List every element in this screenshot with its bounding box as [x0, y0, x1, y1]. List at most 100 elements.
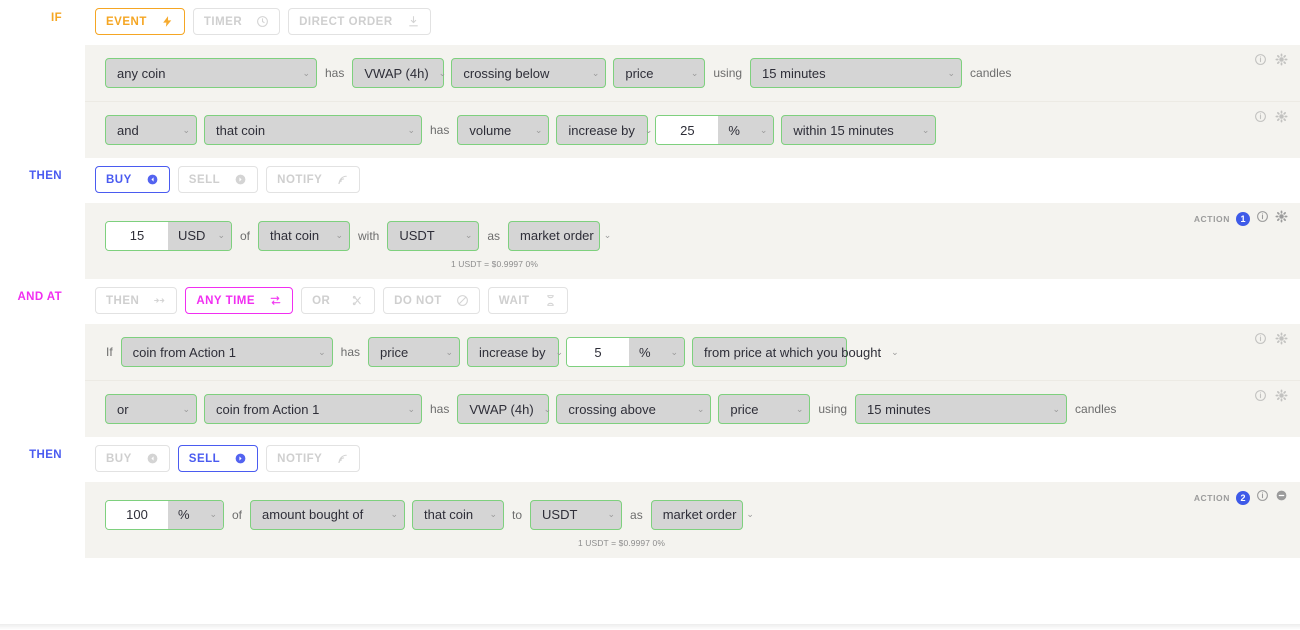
info-icon-wrap[interactable]	[1254, 332, 1267, 345]
pay-currency-select[interactable]: USDT ⌄	[387, 220, 480, 251]
mode-tabs: THEN ANY TIME OR DO NOT WAIT	[85, 279, 1300, 324]
tab-icon-wrap	[544, 294, 557, 307]
change-amount-input[interactable]: 5% ⌄	[566, 337, 686, 367]
rule-block-then: THEN BUY SELL NOTIFY 15 USD ⌄ of that coin ⌄ with U…	[0, 158, 1300, 279]
tab-then[interactable]: THEN	[95, 287, 178, 314]
chevron-down-icon: ⌄	[759, 124, 768, 135]
rule-blocks-container: IF EVENT TIMER DIRECT ORDER any coin ⌄ has VWAP…	[0, 0, 1300, 558]
row-tools	[1254, 110, 1288, 123]
unit-select[interactable]: USD ⌄	[168, 221, 231, 250]
tab-buy[interactable]: BUY	[95, 166, 170, 193]
tab-timer[interactable]: TIMER	[192, 8, 281, 35]
tab-sell[interactable]: SELL	[177, 166, 259, 193]
change-amount-input[interactable]: 25% ⌄	[655, 115, 775, 145]
gear-icon-wrap[interactable]	[1275, 53, 1288, 66]
logic-operator-select[interactable]: or ⌄	[105, 394, 197, 424]
metric-select[interactable]: price ⌄	[368, 337, 461, 367]
minus-circle-icon-wrap[interactable]	[1275, 489, 1288, 507]
tab-label: SELL	[188, 173, 221, 186]
number-input[interactable]: 100	[106, 500, 168, 529]
unit-select[interactable]: % ⌄	[629, 338, 685, 366]
select-value: within 15 minutes	[793, 122, 894, 138]
condition-row-2: and ⌄ that coin ⌄ has volume ⌄ increase by ⌄ 25% ⌄…	[85, 102, 1300, 158]
info-icon-wrap[interactable]	[1256, 210, 1269, 228]
tab-buy[interactable]: BUY	[95, 445, 170, 472]
target-select[interactable]: price ⌄	[718, 394, 811, 424]
rule-block-then: THEN BUY SELL NOTIFY 100% ⌄ of amount bought of…	[0, 437, 1300, 558]
coin-select[interactable]: any coin ⌄	[105, 58, 317, 88]
word-has: has	[340, 345, 361, 359]
change-direction-select[interactable]: increase by ⌄	[467, 337, 563, 367]
select-value: from price at which you bought	[704, 344, 882, 360]
select-value: that coin	[424, 507, 474, 522]
reference-price-select[interactable]: from price at which you bought ⌄	[692, 337, 899, 367]
coin-from-action-select[interactable]: coin from Action 1 ⌄	[204, 394, 422, 424]
metric-select[interactable]: volume ⌄	[457, 115, 550, 145]
info-icon-wrap[interactable]	[1254, 53, 1267, 66]
sell-amount-input[interactable]: 100% ⌄	[105, 499, 224, 530]
coin-select[interactable]: that coin ⌄	[204, 115, 422, 145]
tab-label: ANY TIME	[196, 294, 256, 307]
coin-from-action-select[interactable]: coin from Action 1 ⌄	[120, 337, 333, 367]
tab-or[interactable]: OR	[301, 287, 376, 314]
select-value: coin from Action 1	[132, 344, 236, 360]
order-type-select[interactable]: market order ⌄	[650, 499, 754, 530]
gear-icon-wrap[interactable]	[1275, 332, 1288, 345]
tab-event[interactable]: EVENT	[95, 8, 185, 35]
minus-circle-icon	[1275, 489, 1288, 502]
info-icon-wrap[interactable]	[1254, 110, 1267, 123]
indicator-select[interactable]: VWAP (4h) ⌄	[352, 58, 446, 88]
info-icon-wrap[interactable]	[1256, 489, 1269, 507]
order-type-select[interactable]: market order ⌄	[508, 220, 611, 251]
gear-icon	[1275, 210, 1288, 223]
indicator-select[interactable]: VWAP (4h) ⌄	[457, 394, 551, 424]
tab-icon-wrap	[161, 15, 174, 28]
target-select[interactable]: price ⌄	[613, 58, 706, 88]
word-has: has	[430, 123, 450, 137]
change-direction-select[interactable]: increase by ⌄	[556, 115, 652, 145]
broadcast-icon	[336, 173, 349, 186]
action-label: ACTION	[1193, 493, 1230, 503]
tab-any-time[interactable]: ANY TIME	[185, 287, 294, 314]
tab-sell[interactable]: SELL	[177, 445, 259, 472]
tab-icon-wrap	[407, 15, 420, 28]
unit-select[interactable]: % ⌄	[168, 500, 223, 529]
number-input[interactable]: 5	[567, 338, 630, 366]
branch-icon	[351, 294, 364, 307]
tab-notify[interactable]: NOTIFY	[266, 166, 361, 193]
comparator-select[interactable]: crossing below ⌄	[451, 58, 607, 88]
info-icon-wrap[interactable]	[1254, 389, 1267, 402]
chevron-down-icon: ⌄	[407, 403, 415, 414]
tab-direct-order[interactable]: DIRECT ORDER	[288, 8, 431, 35]
timeframe-select[interactable]: within 15 minutes ⌄	[781, 115, 937, 145]
tab-wait[interactable]: WAIT	[487, 287, 568, 314]
candle-interval-select[interactable]: 15 minutes ⌄	[750, 58, 963, 88]
buy-coin-select[interactable]: that coin ⌄	[258, 220, 351, 251]
tab-do-not[interactable]: DO NOT	[383, 287, 480, 314]
word-as: as	[487, 228, 501, 243]
number-input[interactable]: 25	[656, 116, 719, 144]
gear-icon-wrap[interactable]	[1275, 389, 1288, 402]
tab-label: THEN	[106, 294, 140, 307]
comparator-select[interactable]: crossing above ⌄	[556, 394, 712, 424]
unit-select[interactable]: % ⌄	[718, 116, 774, 144]
buy-amount-input[interactable]: 15 USD ⌄	[105, 220, 232, 251]
chevron-down-icon: ⌄	[390, 509, 399, 519]
mode-tabs: BUY SELL NOTIFY	[85, 437, 1300, 482]
sell-basis-select[interactable]: amount bought of ⌄	[250, 499, 406, 530]
tab-notify[interactable]: NOTIFY	[266, 445, 361, 472]
unit-value: %	[178, 507, 190, 522]
tab-label: DO NOT	[394, 294, 442, 307]
gear-icon-wrap[interactable]	[1275, 210, 1288, 228]
number-input[interactable]: 15	[106, 221, 168, 250]
candle-interval-select[interactable]: 15 minutes ⌄	[855, 394, 1068, 424]
gear-icon-wrap[interactable]	[1275, 110, 1288, 123]
sell-coin-select[interactable]: that coin ⌄	[412, 499, 505, 530]
buy-action-row: 15 USD ⌄ of that coin ⌄ with USDT ⌄ as market orde…	[85, 203, 1300, 259]
receive-currency-select[interactable]: USDT ⌄	[530, 499, 623, 530]
conversion-note: 1 USDT = $0.9997 0%	[578, 538, 666, 548]
hourglass-icon	[544, 294, 557, 307]
logic-operator-select[interactable]: and ⌄	[105, 115, 197, 145]
tab-label: NOTIFY	[277, 452, 323, 465]
info-icon	[1256, 489, 1269, 502]
